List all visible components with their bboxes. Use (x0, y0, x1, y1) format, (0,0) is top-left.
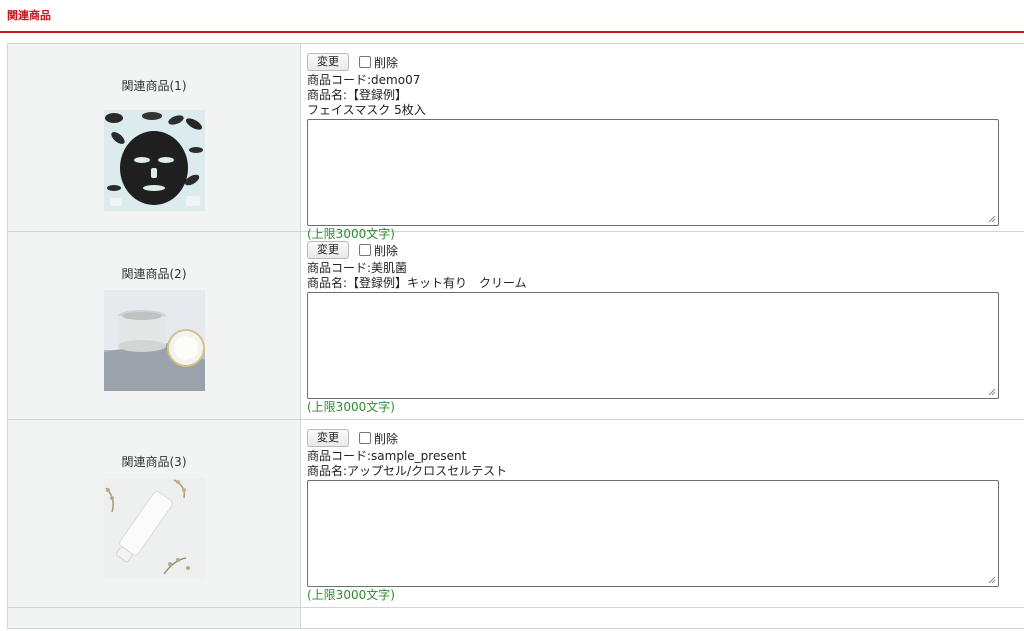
delete-checkbox-label[interactable]: 削除 (359, 242, 398, 259)
product-thumbnail-tube (104, 478, 205, 579)
row-content-cell: 変更 削除 商品コード:demo07 商品名:【登録例】 フェイスマスク 5枚入… (307, 44, 1024, 241)
delete-checkbox-label[interactable]: 削除 (359, 54, 398, 71)
related-product-row-2: 関連商品(2) 変更 削除 商品コード:美肌菌 商品名:【登録例】キット有り ク… (7, 232, 1024, 420)
row-controls: 変更 削除 (307, 429, 398, 447)
product-thumbnail-face-mask (104, 110, 205, 211)
related-product-row-4 (7, 608, 1024, 629)
row-label: 関連商品(1) (121, 79, 187, 93)
row-content-cell: 変更 削除 商品コード:美肌菌 商品名:【登録例】キット有り クリーム (上限3… (307, 232, 1024, 419)
section-title: 関連商品 (7, 9, 51, 22)
delete-checkbox[interactable] (359, 244, 371, 256)
change-button[interactable]: 変更 (307, 53, 349, 71)
delete-checkbox[interactable] (359, 56, 371, 68)
related-products-table: 関連商品(1) 変更 削除 商品コード:demo07 商品名:【登録例】 フェイ… (7, 43, 1024, 629)
related-product-row-3: 関連商品(3) 変更 削除 商品コード:sample_present 商品名:ア… (7, 420, 1024, 608)
delete-label: 削除 (374, 243, 399, 258)
row-label-cell: 関連商品(3) (8, 420, 301, 607)
resize-grip-icon[interactable] (988, 215, 996, 223)
product-name-cont: フェイスマスク 5枚入 (307, 103, 426, 117)
delete-checkbox-label[interactable]: 削除 (359, 430, 398, 447)
char-limit-note: (上限3000文字) (307, 588, 395, 602)
row-content-cell: 変更 削除 商品コード:sample_present 商品名:アップセル/クロス… (307, 420, 1024, 607)
product-name: 商品名:【登録例】 (307, 88, 408, 102)
resize-grip-icon[interactable] (988, 576, 996, 584)
product-name: 商品名:アップセル/クロスセルテスト (307, 464, 508, 478)
change-button[interactable]: 変更 (307, 241, 349, 259)
row-content-cell (307, 608, 1024, 628)
product-name: 商品名:【登録例】キット有り クリーム (307, 276, 527, 290)
char-limit-note: (上限3000文字) (307, 400, 395, 414)
delete-label: 削除 (374, 55, 399, 70)
row-controls: 変更 削除 (307, 53, 398, 71)
row-label-cell: 関連商品(2) (8, 232, 301, 419)
row-controls: 変更 削除 (307, 241, 398, 259)
description-textarea[interactable] (307, 292, 999, 399)
section-header: 関連商品 (0, 0, 1024, 33)
delete-checkbox[interactable] (359, 432, 371, 444)
delete-label: 削除 (374, 431, 399, 446)
row-label-cell (8, 608, 301, 628)
resize-grip-icon[interactable] (988, 388, 996, 396)
product-code: 商品コード:demo07 (307, 73, 421, 87)
product-code: 商品コード:美肌菌 (307, 261, 408, 275)
product-thumbnail-cream-jar (104, 290, 205, 391)
related-product-row-1: 関連商品(1) 変更 削除 商品コード:demo07 商品名:【登録例】 フェイ… (7, 44, 1024, 241)
row-label-cell: 関連商品(1) (8, 44, 301, 231)
row-label: 関連商品(2) (121, 267, 187, 281)
description-textarea[interactable] (307, 119, 999, 226)
row-label: 関連商品(3) (121, 455, 187, 469)
product-code: 商品コード:sample_present (307, 449, 467, 463)
change-button[interactable]: 変更 (307, 429, 349, 447)
description-textarea[interactable] (307, 480, 999, 587)
